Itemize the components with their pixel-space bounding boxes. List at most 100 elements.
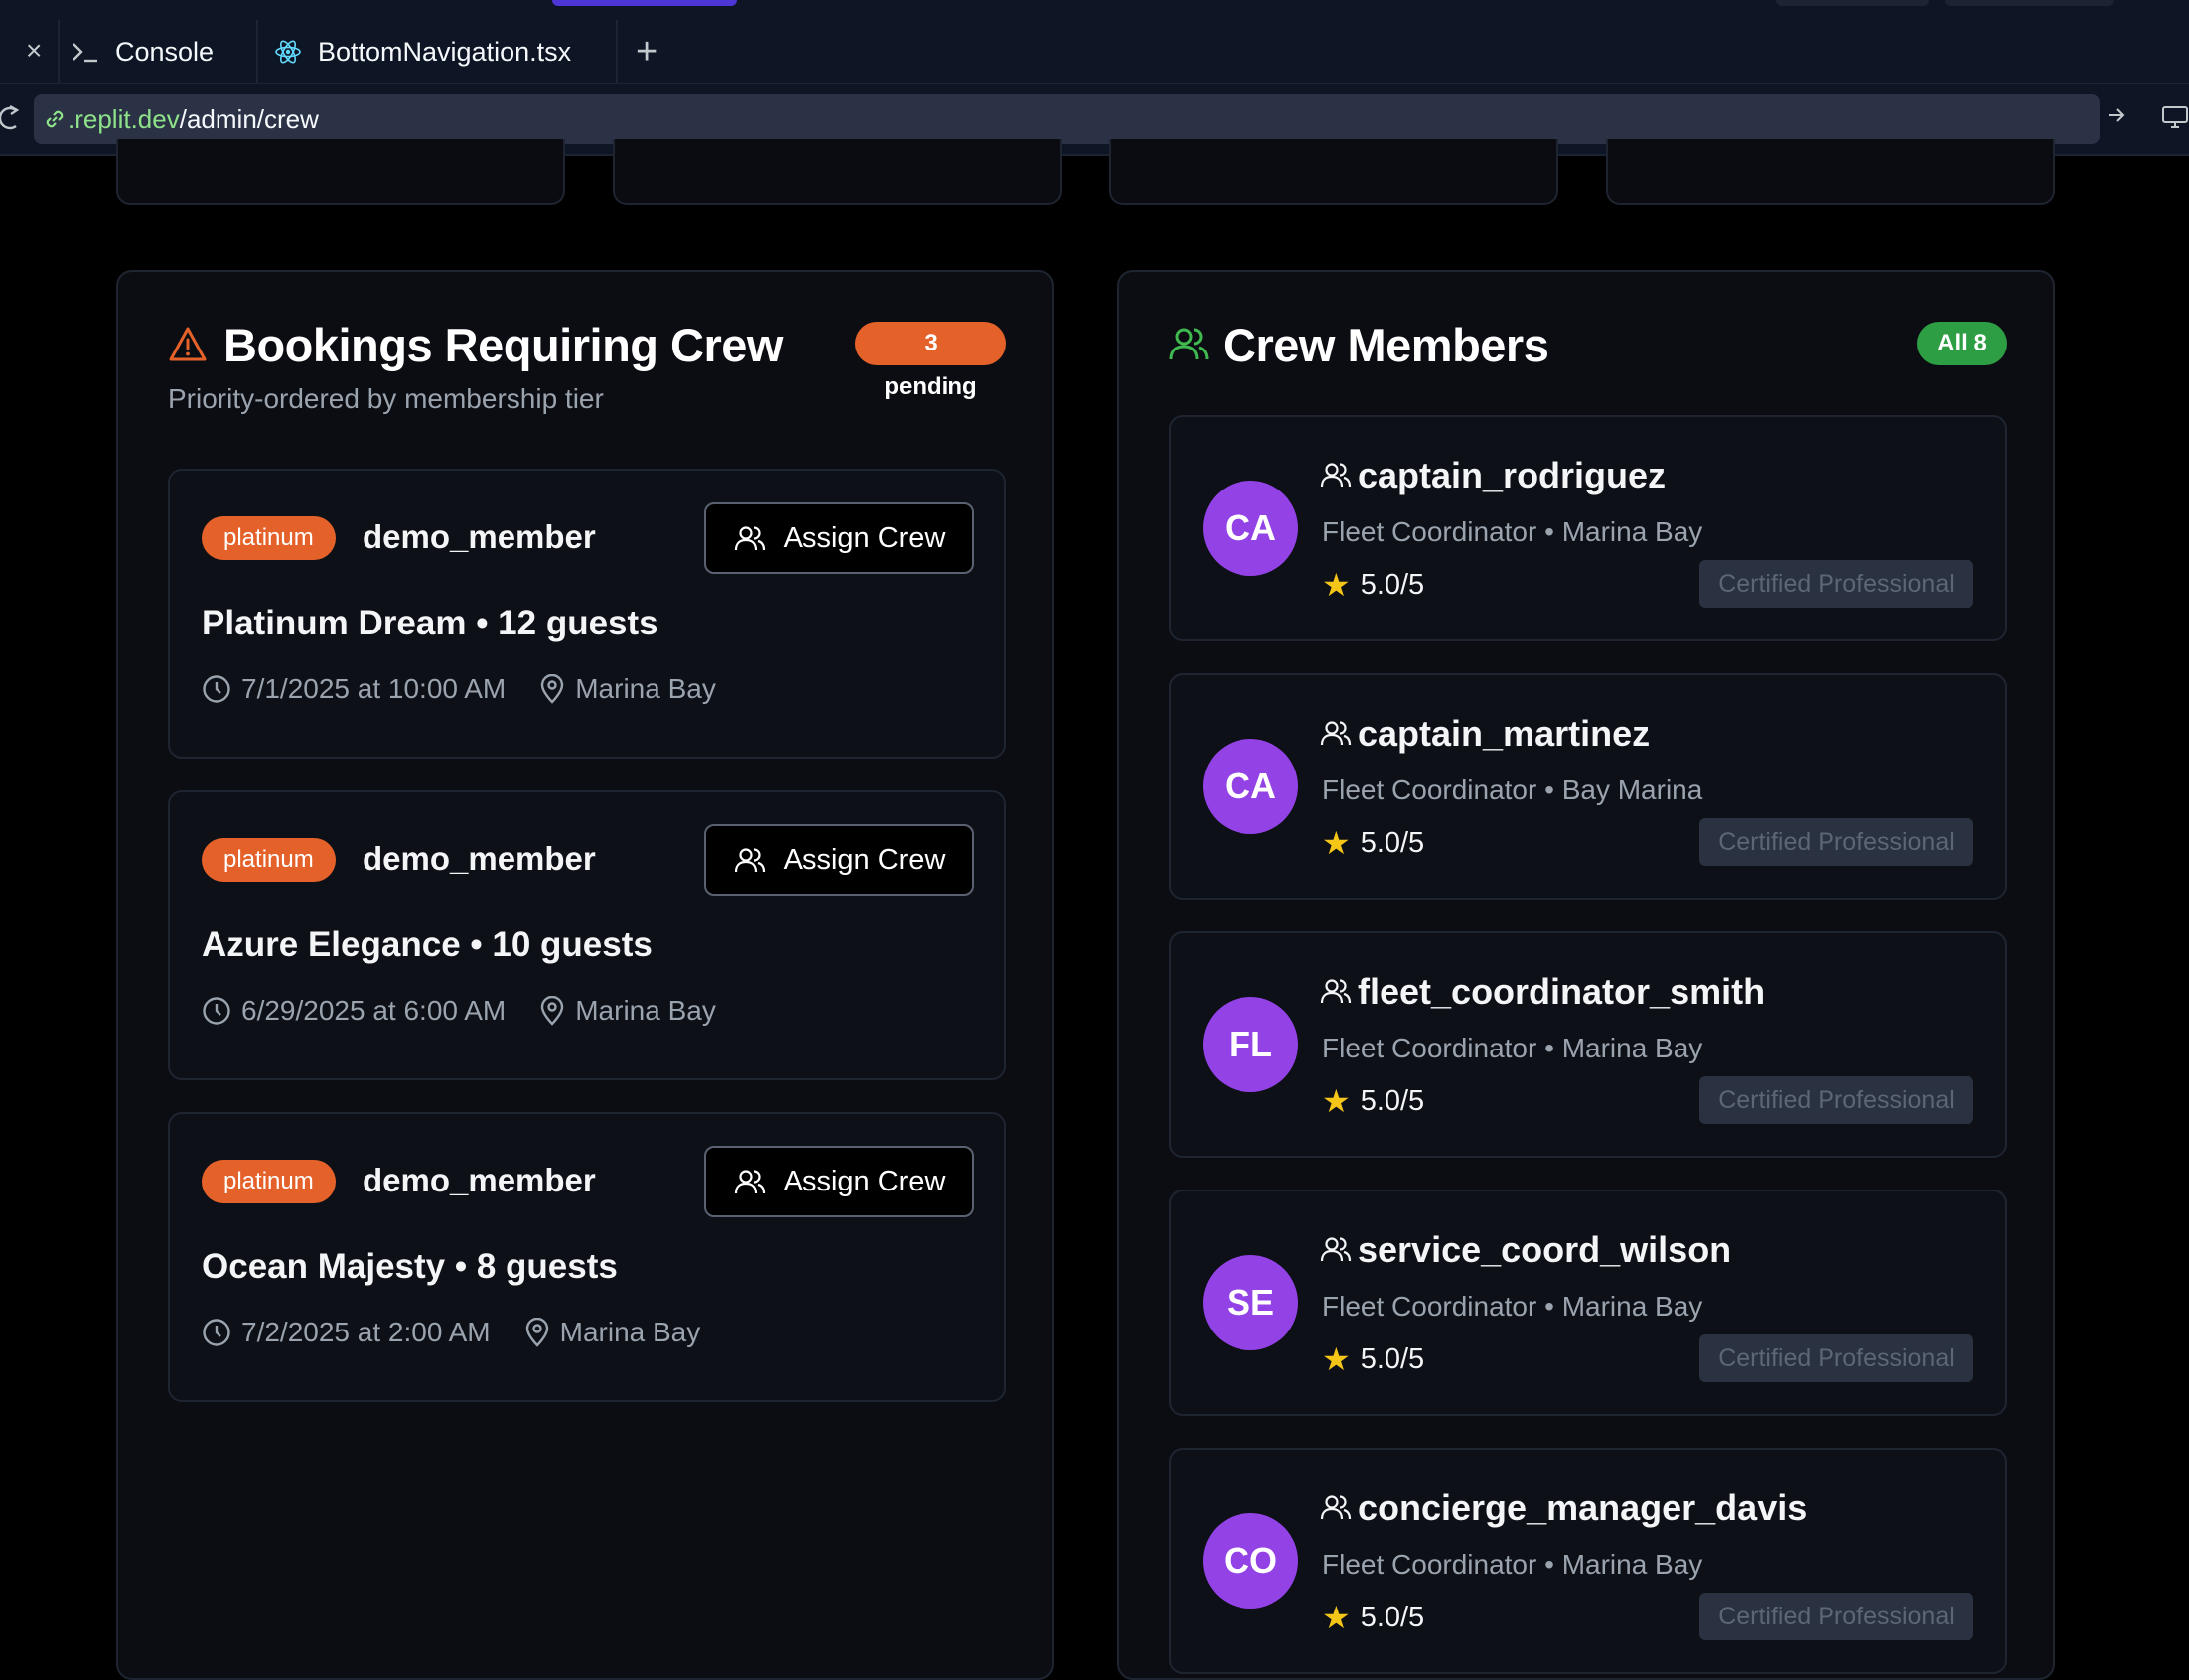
booking-meta: 6/29/2025 at 6:00 AM Marina Bay	[202, 995, 716, 1027]
crew-member-item[interactable]: CA captain_martinez Fleet Coordinator • …	[1169, 673, 2007, 900]
editor-top-strip	[0, 0, 2189, 20]
top-button-b[interactable]	[1945, 0, 2114, 6]
booking-location: Marina Bay	[575, 995, 716, 1026]
top-button-a[interactable]	[1776, 0, 1929, 6]
booking-datetime: 7/2/2025 at 2:00 AM	[241, 1317, 491, 1347]
crew-role: Fleet Coordinator • Marina Bay	[1322, 516, 1703, 547]
tab-label: BottomNavigation.tsx	[318, 36, 572, 67]
stat-card	[116, 139, 565, 205]
stat-card	[1109, 139, 1558, 205]
bookings-card: Bookings Requiring Crew 3 pending Priori…	[116, 270, 1054, 1680]
map-pin-icon	[539, 996, 565, 1026]
users-icon	[1320, 461, 1352, 489]
assign-crew-label: Assign Crew	[783, 843, 946, 876]
crew-member-item[interactable]: CA captain_rodriguez Fleet Coordinator •…	[1169, 415, 2007, 641]
member-name: demo_member	[363, 1162, 596, 1198]
users-icon	[1169, 326, 1209, 366]
crew-rating: ★ 5.0/5	[1322, 1599, 1424, 1636]
go-arrow-icon[interactable]	[2106, 104, 2127, 131]
member-name: demo_member	[363, 518, 596, 555]
crew-role: Fleet Coordinator • Marina Bay	[1322, 1549, 1703, 1580]
crew-title: Crew Members	[1223, 319, 1549, 371]
tab-divider	[616, 20, 618, 83]
monitor-icon[interactable]	[2161, 104, 2189, 135]
booking-location: Marina Bay	[559, 1317, 701, 1347]
react-icon	[274, 38, 302, 66]
crew-name: fleet_coordinator_smith	[1358, 971, 1766, 1012]
certified-badge: Certified Professional	[1699, 818, 1973, 866]
assign-crew-label: Assign Crew	[783, 1165, 946, 1197]
assign-crew-button[interactable]: Assign Crew	[704, 824, 974, 896]
users-icon	[1320, 1235, 1352, 1263]
booking-item: platinum demo_member Assign Crew Platinu…	[168, 469, 1006, 759]
active-indicator	[552, 0, 737, 6]
pending-badge: 3 pending	[855, 322, 1006, 400]
avatar: SE	[1203, 1255, 1298, 1350]
users-icon	[734, 524, 766, 552]
certified-badge: Certified Professional	[1699, 1593, 1973, 1640]
booking-title: Ocean Majesty • 8 guests	[202, 1247, 618, 1286]
terminal-icon	[72, 40, 99, 64]
url-text: .replit.dev/admin/crew	[68, 104, 319, 134]
crew-name: concierge_manager_davis	[1358, 1487, 1808, 1528]
link-icon	[42, 106, 68, 137]
url-field[interactable]: .replit.dev/admin/crew	[34, 94, 2100, 144]
tab-label: Console	[115, 36, 215, 67]
booking-title: Platinum Dream • 12 guests	[202, 604, 658, 642]
users-icon	[1320, 977, 1352, 1005]
new-tab-plus-icon[interactable]: +	[636, 32, 657, 71]
tier-badge: platinum	[202, 838, 336, 882]
certified-badge: Certified Professional	[1699, 1076, 1973, 1124]
tab-console[interactable]: Console	[72, 20, 214, 83]
crew-name: service_coord_wilson	[1358, 1229, 1732, 1270]
close-tab-icon[interactable]: ×	[26, 37, 52, 65]
rating-value: 5.0/5	[1360, 826, 1425, 859]
crew-rating: ★ 5.0/5	[1322, 1340, 1424, 1378]
star-icon: ★	[1322, 1083, 1351, 1119]
avatar: CA	[1203, 481, 1298, 576]
crew-role: Fleet Coordinator • Marina Bay	[1322, 1033, 1703, 1063]
avatar: CA	[1203, 739, 1298, 834]
tab-bar: × Console BottomNavigation.tsx +	[0, 20, 2189, 84]
crew-name: captain_martinez	[1358, 713, 1651, 754]
rating-value: 5.0/5	[1360, 1601, 1425, 1633]
users-icon	[1320, 1493, 1352, 1521]
tab-divider	[256, 20, 258, 83]
tab-divider	[58, 20, 60, 83]
reload-icon[interactable]	[0, 104, 20, 137]
users-icon	[734, 846, 766, 874]
crew-member-item[interactable]: SE service_coord_wilson Fleet Coordinato…	[1169, 1190, 2007, 1416]
assign-crew-button[interactable]: Assign Crew	[704, 1146, 974, 1217]
booking-item: platinum demo_member Assign Crew Ocean M…	[168, 1112, 1006, 1402]
star-icon: ★	[1322, 1600, 1351, 1635]
crew-member-item[interactable]: FL fleet_coordinator_smith Fleet Coordin…	[1169, 931, 2007, 1158]
crew-rating: ★ 5.0/5	[1322, 1082, 1424, 1120]
booking-meta: 7/1/2025 at 10:00 AM Marina Bay	[202, 673, 716, 705]
star-icon: ★	[1322, 1341, 1351, 1377]
tab-bottomnavigation[interactable]: BottomNavigation.tsx	[274, 20, 571, 83]
crew-role: Fleet Coordinator • Marina Bay	[1322, 1291, 1703, 1322]
member-name: demo_member	[363, 840, 596, 877]
warning-icon	[168, 326, 208, 368]
map-pin-icon	[539, 674, 565, 704]
bookings-subtitle: Priority-ordered by membership tier	[168, 383, 604, 414]
booking-meta: 7/2/2025 at 2:00 AM Marina Bay	[202, 1317, 700, 1348]
stat-card	[613, 139, 1062, 205]
star-icon: ★	[1322, 567, 1351, 603]
map-pin-icon	[524, 1318, 550, 1347]
crew-member-item[interactable]: CO concierge_manager_davis Fleet Coordin…	[1169, 1448, 2007, 1674]
booking-location: Marina Bay	[575, 673, 716, 704]
avatar: CO	[1203, 1513, 1298, 1609]
clock-icon	[202, 1318, 231, 1347]
rating-value: 5.0/5	[1360, 1084, 1425, 1117]
tier-badge: platinum	[202, 516, 336, 560]
avatar: FL	[1203, 997, 1298, 1092]
certified-badge: Certified Professional	[1699, 1334, 1973, 1382]
clock-icon	[202, 674, 231, 704]
crew-name: captain_rodriguez	[1358, 455, 1667, 495]
clock-icon	[202, 996, 231, 1026]
stat-card	[1606, 139, 2055, 205]
assign-crew-button[interactable]: Assign Crew	[704, 502, 974, 574]
booking-title: Azure Elegance • 10 guests	[202, 925, 653, 964]
crew-rating: ★ 5.0/5	[1322, 566, 1424, 604]
